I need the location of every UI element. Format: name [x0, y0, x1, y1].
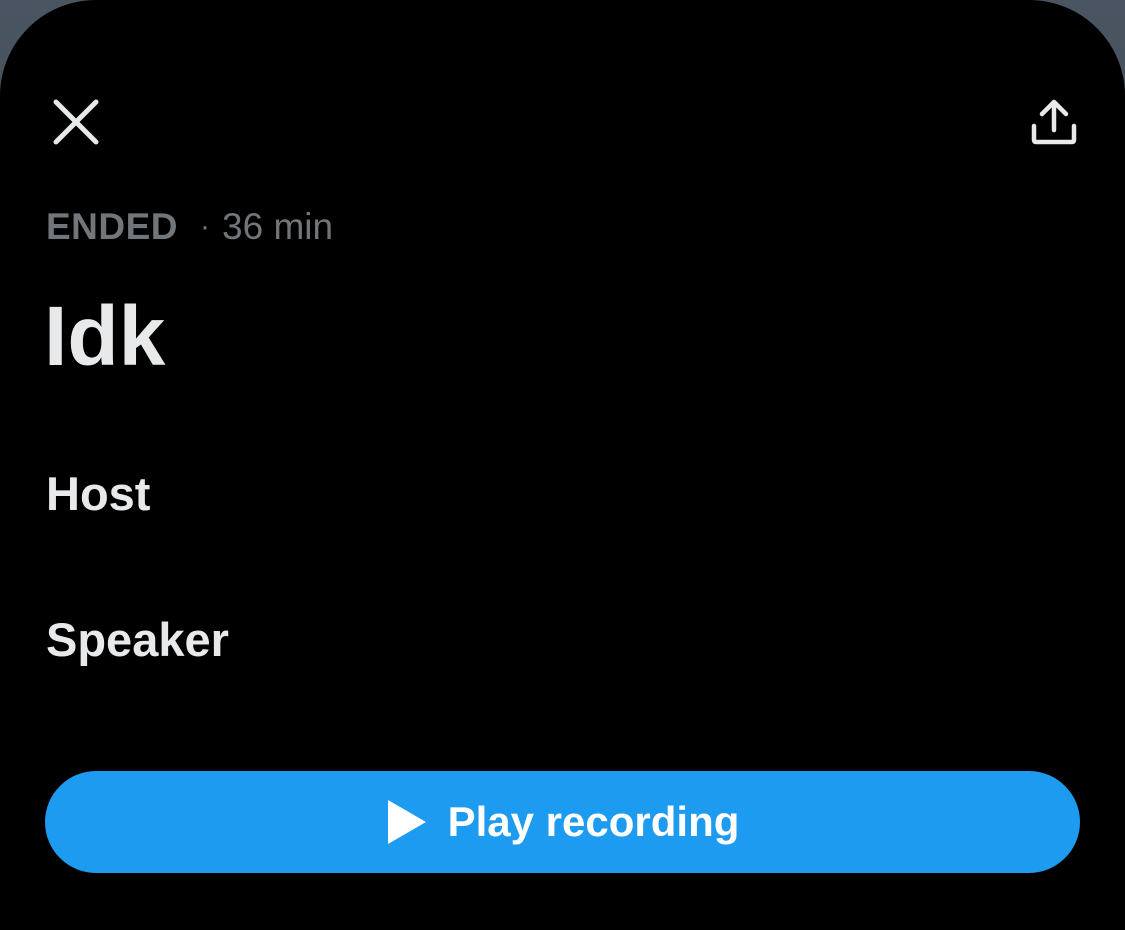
close-icon	[53, 99, 99, 145]
play-icon	[386, 798, 430, 846]
status-badge: ENDED	[46, 206, 179, 247]
play-recording-label: Play recording	[447, 798, 740, 845]
share-upload-icon	[1031, 99, 1077, 145]
space-meta: ENDED · 36 min	[46, 204, 333, 250]
space-title: Idk	[44, 289, 166, 383]
play-recording-button[interactable]: Play recording	[45, 771, 1080, 873]
speaker-section-label: Speaker	[46, 613, 229, 666]
share-button[interactable]	[1018, 86, 1090, 158]
meta-separator: ·	[200, 210, 211, 243]
space-recording-sheet: ENDED · 36 min Idk Host Speaker Play rec…	[0, 0, 1125, 930]
close-button[interactable]	[40, 86, 112, 158]
host-section-label: Host	[46, 467, 151, 520]
space-duration: 36 min	[222, 206, 334, 247]
